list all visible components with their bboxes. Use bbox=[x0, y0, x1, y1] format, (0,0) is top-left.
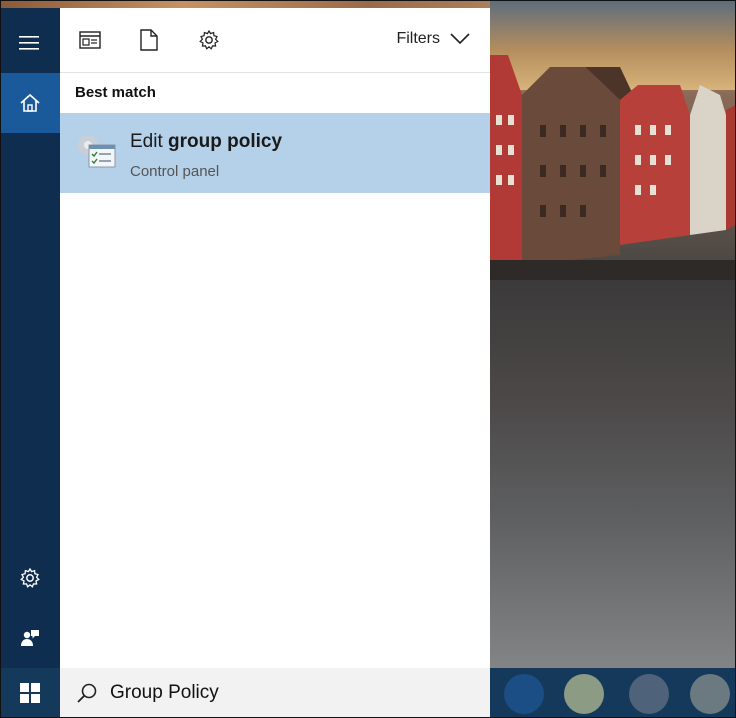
result-item-edit-group-policy[interactable]: Edit group policy Control panel bbox=[60, 113, 490, 193]
taskbar bbox=[0, 668, 736, 718]
chevron-down-icon bbox=[450, 33, 470, 45]
result-subtitle: Control panel bbox=[130, 163, 220, 180]
settings-filter-button[interactable] bbox=[194, 25, 224, 55]
gear-icon bbox=[20, 567, 40, 588]
wallpaper-water bbox=[490, 280, 736, 668]
windows-logo-icon bbox=[20, 683, 40, 703]
feedback-button[interactable] bbox=[0, 608, 60, 668]
home-icon bbox=[20, 93, 40, 112]
home-button[interactable] bbox=[0, 73, 60, 133]
taskbar-search-box[interactable] bbox=[60, 668, 490, 718]
apps-filter-icon bbox=[79, 31, 101, 49]
document-filter-icon bbox=[140, 29, 158, 51]
group-policy-icon bbox=[78, 135, 116, 168]
result-title: Edit group policy bbox=[130, 131, 282, 153]
search-input[interactable] bbox=[110, 682, 470, 704]
settings-filter-icon bbox=[199, 29, 219, 50]
wallpaper-houses bbox=[490, 55, 736, 280]
search-icon bbox=[77, 683, 97, 703]
taskbar-pinned-app-3[interactable] bbox=[629, 674, 669, 714]
hamburger-icon bbox=[19, 36, 39, 50]
best-match-heading: Best match bbox=[75, 84, 156, 101]
taskbar-pinned-app-1[interactable] bbox=[504, 674, 544, 714]
search-toolbar: Filters bbox=[60, 8, 490, 73]
documents-filter-button[interactable] bbox=[134, 25, 164, 55]
filters-label: Filters bbox=[396, 30, 440, 47]
settings-button[interactable] bbox=[0, 548, 60, 608]
apps-filter-button[interactable] bbox=[75, 25, 105, 55]
taskbar-pinned-app-2[interactable] bbox=[564, 674, 604, 714]
start-rail bbox=[0, 8, 60, 668]
search-results-panel: Filters Best match Edit group policy Con… bbox=[60, 8, 490, 668]
result-title-bold: group policy bbox=[168, 131, 283, 152]
result-title-prefix: Edit bbox=[130, 131, 169, 152]
menu-button[interactable] bbox=[0, 13, 60, 73]
taskbar-pinned-app-4[interactable] bbox=[690, 674, 730, 714]
filters-dropdown[interactable]: Filters bbox=[396, 30, 470, 48]
start-button[interactable] bbox=[0, 668, 60, 718]
feedback-icon bbox=[21, 630, 39, 646]
